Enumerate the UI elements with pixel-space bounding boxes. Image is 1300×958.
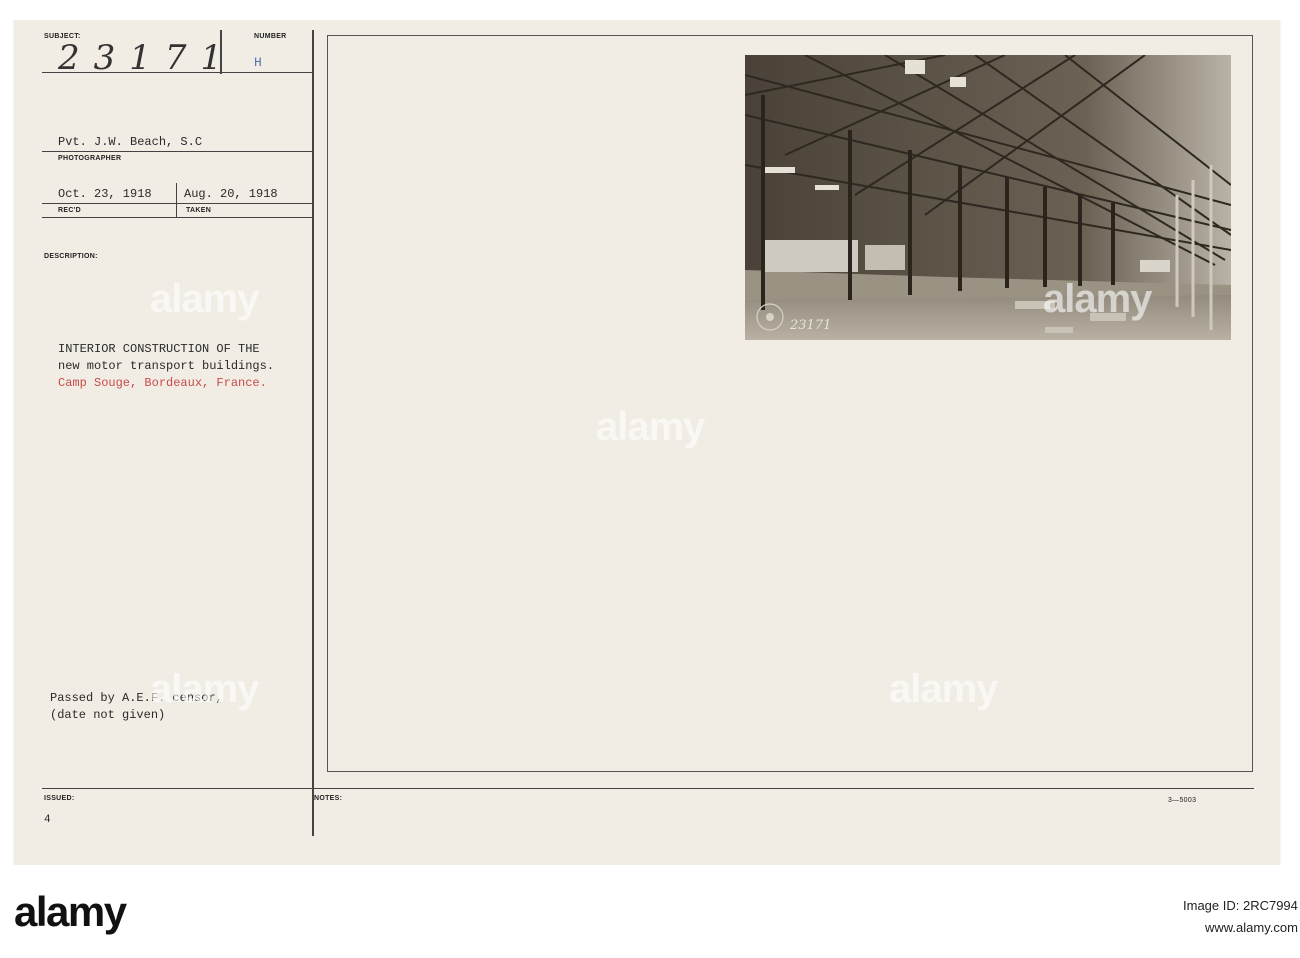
watermark: alamy bbox=[150, 667, 259, 711]
watermark: alamy bbox=[1043, 277, 1152, 321]
issued-mark: 4 bbox=[44, 814, 51, 826]
description-line-3: Camp Souge, Bordeaux, France. bbox=[58, 376, 267, 390]
site-url[interactable]: www.alamy.com bbox=[1183, 917, 1298, 939]
rule bbox=[42, 203, 312, 204]
image-id: Image ID: 2RC7994 bbox=[1183, 898, 1298, 913]
description-line-1: INTERIOR CONSTRUCTION OF THE bbox=[58, 342, 260, 356]
taken-date: Aug. 20, 1918 bbox=[184, 187, 278, 201]
description-label: DESCRIPTION: bbox=[44, 253, 98, 260]
rule bbox=[42, 151, 312, 152]
received-date: Oct. 23, 1918 bbox=[58, 187, 152, 201]
plate-number: 23171 bbox=[789, 318, 831, 333]
number-label: NUMBER bbox=[254, 33, 287, 40]
column-divider bbox=[312, 30, 314, 836]
footer-rule bbox=[42, 788, 1254, 789]
rule bbox=[42, 72, 312, 73]
footer-info: Image ID: 2RC7994 www.alamy.com bbox=[1183, 895, 1298, 939]
date-divider bbox=[176, 183, 177, 217]
photographer-name: Pvt. J.W. Beach, S.C bbox=[58, 135, 203, 149]
taken-label: TAKEN bbox=[186, 207, 212, 214]
rule bbox=[42, 217, 312, 218]
subject-divider bbox=[220, 30, 222, 74]
photograph: 23171 bbox=[745, 55, 1231, 340]
watermark: alamy bbox=[150, 277, 259, 321]
alamy-logo[interactable]: alamy bbox=[14, 888, 127, 936]
stock-footer bbox=[0, 865, 1300, 958]
number-stamp: H bbox=[254, 55, 262, 70]
photographer-label: PHOTOGRAPHER bbox=[58, 155, 122, 162]
watermark: alamy bbox=[889, 667, 998, 711]
warehouse-interior-image: 23171 bbox=[745, 55, 1231, 340]
watermark: alamy bbox=[596, 405, 705, 449]
received-label: REC'D bbox=[58, 207, 81, 214]
description-line-2: new motor transport buildings. bbox=[58, 359, 275, 373]
notes-label: NOTES: bbox=[314, 795, 343, 802]
censor-line-2: (date not given) bbox=[50, 708, 166, 722]
form-number: 3—5003 bbox=[1168, 797, 1197, 804]
issued-label: ISSUED: bbox=[44, 795, 75, 802]
